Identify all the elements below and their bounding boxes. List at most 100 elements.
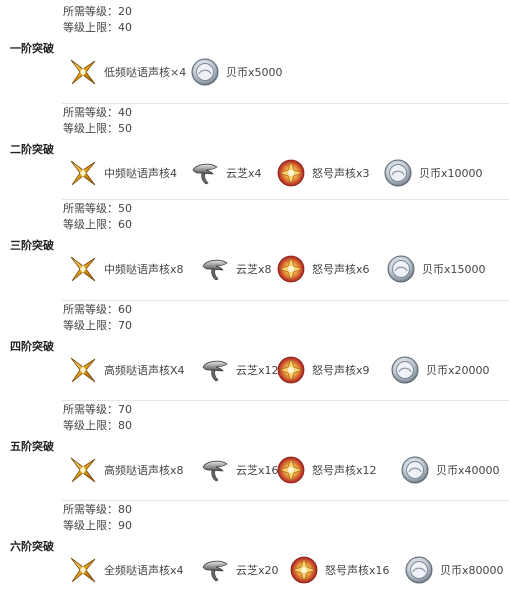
material-item[interactable]: 云芝x16 [200,454,279,486]
level-cap-line: 等级上限：40 [63,20,132,36]
material-label: 低频哒语声核×4 [104,66,187,79]
material-item[interactable]: 高频哒语声核x8 [68,454,184,486]
material-item[interactable]: 怒号声核x6 [276,253,370,285]
roar-core-icon [276,158,306,188]
material-label: 贝币x10000 [419,167,483,180]
stage-row: 六阶突破 所需等级：80 等级上限：90 全频哒语声核x4 云芝x20 怒号声核x16 贝币… [0,501,509,598]
level-cap-value: 40 [118,21,132,34]
material-item[interactable]: 贝币x10000 [383,157,483,189]
material-label: 云芝x4 [226,167,262,180]
level-cap-value: 90 [118,519,132,532]
required-level-label: 所需等级： [63,503,118,516]
cloud-mushroom-icon [200,555,230,585]
material-label: 云芝x20 [236,564,279,577]
roar-core-icon [276,254,306,284]
material-item[interactable]: 云芝x8 [200,253,272,285]
stage-row: 五阶突破 所需等级：70 等级上限：80 高频哒语声核x8 云芝x16 怒号声核x12 贝币… [0,401,509,501]
material-label: 中频哒语声核x8 [104,263,184,276]
material-item[interactable]: 云芝x12 [200,354,279,386]
stage-row: 三阶突破 所需等级：50 等级上限：60 中频哒语声核x8 云芝x8 怒号声核x6 贝币x1… [0,200,509,301]
material-label: 全频哒语声核x4 [104,564,184,577]
roar-core-icon [276,355,306,385]
required-level-label: 所需等级： [63,202,118,215]
material-label: 云芝x8 [236,263,272,276]
material-label: 贝币x20000 [426,364,490,377]
required-level-label: 所需等级： [63,303,118,316]
material-item[interactable]: 中频哒语声核x8 [68,253,184,285]
material-item[interactable]: 贝币x80000 [404,554,504,586]
material-label: 怒号声核x12 [312,464,377,477]
required-level-value: 50 [118,202,132,215]
material-label: 怒号声核x3 [312,167,370,180]
level-cap-label: 等级上限： [63,21,118,34]
whisper-core-icon [68,555,98,585]
material-item[interactable]: 贝币x20000 [390,354,490,386]
level-cap-label: 等级上限： [63,419,118,432]
material-item[interactable]: 怒号声核x12 [276,454,377,486]
required-level-value: 80 [118,503,132,516]
required-level-line: 所需等级：40 [63,105,132,121]
material-label: 云芝x16 [236,464,279,477]
required-level-line: 所需等级：60 [63,302,132,318]
material-label: 贝币x80000 [440,564,504,577]
material-label: 贝币x40000 [436,464,500,477]
material-label: 云芝x12 [236,364,279,377]
required-level-value: 40 [118,106,132,119]
cloud-mushroom-icon [200,254,230,284]
whisper-core-icon [68,254,98,284]
level-cap-line: 等级上限：80 [63,418,132,434]
level-cap-line: 等级上限：70 [63,318,132,334]
required-level-value: 70 [118,403,132,416]
material-item[interactable]: 贝币x40000 [400,454,500,486]
level-cap-label: 等级上限： [63,519,118,532]
material-label: 贝币x5000 [226,66,283,79]
level-cap-value: 50 [118,122,132,135]
material-item[interactable]: 怒号声核x9 [276,354,370,386]
level-cap-value: 80 [118,419,132,432]
stage-row: 四阶突破 所需等级：60 等级上限：70 高频哒语声核X4 云芝x12 怒号声核x9 贝币x… [0,301,509,401]
material-item[interactable]: 怒号声核x3 [276,157,370,189]
stage-title: 二阶突破 [10,143,54,156]
roar-core-icon [289,555,319,585]
whisper-core-icon [68,355,98,385]
shell-coin-icon [400,455,430,485]
required-level-line: 所需等级：50 [63,201,132,217]
level-cap-label: 等级上限： [63,122,118,135]
stage-title: 一阶突破 [10,42,54,55]
material-label: 怒号声核x9 [312,364,370,377]
shell-coin-icon [390,355,420,385]
level-cap-value: 70 [118,319,132,332]
stage-title: 四阶突破 [10,340,54,353]
material-item[interactable]: 云芝x4 [190,157,262,189]
level-cap-value: 60 [118,218,132,231]
required-level-line: 所需等级：20 [63,4,132,20]
material-label: 怒号声核x6 [312,263,370,276]
required-level-label: 所需等级： [63,5,118,18]
whisper-core-icon [68,57,98,87]
material-item[interactable]: 贝币x5000 [190,56,283,88]
material-item[interactable]: 贝币x15000 [386,253,486,285]
cloud-mushroom-icon [190,158,220,188]
material-item[interactable]: 低频哒语声核×4 [68,56,186,88]
shell-coin-icon [404,555,434,585]
required-level-label: 所需等级： [63,106,118,119]
stage-title: 三阶突破 [10,239,54,252]
material-item[interactable]: 全频哒语声核x4 [68,554,184,586]
material-item[interactable]: 高频哒语声核X4 [68,354,185,386]
shell-coin-icon [386,254,416,284]
material-label: 贝币x15000 [422,263,486,276]
whisper-core-icon [68,455,98,485]
stage-title: 六阶突破 [10,540,54,553]
material-label: 怒号声核x16 [325,564,390,577]
material-item[interactable]: 云芝x20 [200,554,279,586]
roar-core-icon [276,455,306,485]
required-level-label: 所需等级： [63,403,118,416]
shell-coin-icon [190,57,220,87]
stage-row: 二阶突破 所需等级：40 等级上限：50 中频哒语声核4 云芝x4 怒号声核x3 贝币x10… [0,104,509,200]
material-label: 中频哒语声核4 [104,167,177,180]
stage-row: 一阶突破 所需等级：20 等级上限：40 低频哒语声核×4 贝币x5000 [0,3,509,104]
material-item[interactable]: 中频哒语声核4 [68,157,177,189]
level-cap-label: 等级上限： [63,218,118,231]
material-item[interactable]: 怒号声核x16 [289,554,390,586]
required-level-value: 60 [118,303,132,316]
